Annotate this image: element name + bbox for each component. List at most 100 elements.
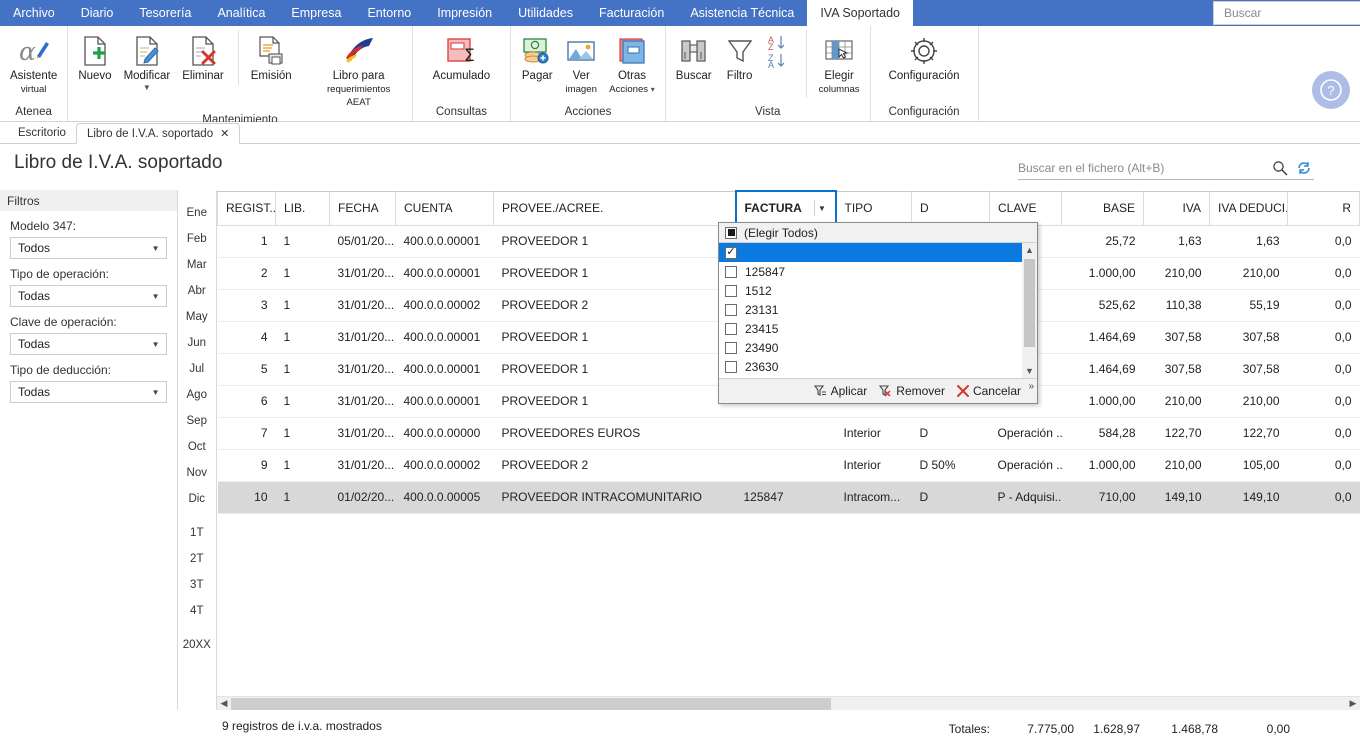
checkbox-indeterminate-icon[interactable] [725,226,737,239]
filter-select-all-row[interactable]: (Elegir Todos) [719,223,1037,242]
scrollbar-track[interactable] [231,696,1346,711]
refresh-icon[interactable] [1296,160,1312,176]
file-search-input[interactable]: Buscar en el fichero (Alt+B) [1018,156,1314,180]
ribbon-button-otras-acciones[interactable]: Otras Acciones ▾ [603,30,661,98]
filter-option[interactable]: 23630 [719,357,1037,376]
table-row[interactable]: 7 1 31/01/20... 400.0.0.00000 PROVEEDORES EU… [217,417,1360,450]
ribbon-button-nuevo[interactable]: Nuevo [72,30,117,85]
period-item-ene[interactable]: Ene [178,200,216,226]
period-item-sep[interactable]: Sep [178,408,216,434]
dropdown-scrollbar[interactable]: ▲ ▼ [1022,243,1037,378]
period-item-1t[interactable]: 1T [178,520,216,546]
column-header-factura[interactable]: FACTURA ▼ [734,190,837,226]
column-header-lib[interactable]: LIB. [275,190,330,226]
ribbon-button-emision[interactable]: Emisión [237,30,298,85]
document-tab-libro-iva-soportado[interactable]: Libro de I.V.A. soportado ✕ [75,123,241,144]
column-header-iva_deducible[interactable]: IVA DEDUCI... [1209,190,1288,226]
filter-option[interactable]: 23415 [719,319,1037,338]
column-header-base[interactable]: BASE [1061,190,1144,226]
column-header-tipo[interactable]: TIPO [835,190,912,226]
global-search-input[interactable]: Buscar [1213,1,1360,25]
menu-item-utilidades[interactable]: Utilidades [505,0,586,26]
ribbon-button-acumulado[interactable]: Σ Acumulado [417,30,507,85]
checkbox-unchecked-icon[interactable] [725,360,737,373]
filter-select-clave-operacion[interactable]: Todas ▼ [10,333,167,355]
period-item-mar[interactable]: Mar [178,252,216,278]
ribbon-button-buscar[interactable]: Buscar [670,30,718,85]
overflow-icon[interactable]: » [1028,381,1034,392]
filter-option[interactable] [719,243,1037,262]
filter-option[interactable]: 23131 [719,300,1037,319]
checkbox-unchecked-icon[interactable] [725,284,737,297]
filter-select-tipo-deduccion[interactable]: Todas ▼ [10,381,167,403]
scrollbar-thumb[interactable] [1024,259,1035,347]
column-header-fecha[interactable]: FECHA [329,190,396,226]
period-item-nov[interactable]: Nov [178,460,216,486]
filter-option[interactable]: 1512 [719,281,1037,300]
menu-item-iva-soportado[interactable]: IVA Soportado [807,0,913,26]
scroll-right-icon[interactable]: ▶ [1346,696,1360,711]
menu-item-tesoreria[interactable]: Tesorería [126,0,204,26]
horizontal-scrollbar[interactable]: ◀ ▶ [217,696,1360,711]
period-item-dic[interactable]: Dic [178,486,216,512]
scrollbar-thumb[interactable] [231,697,831,710]
ribbon-button-pagar[interactable]: Pagar [515,30,559,85]
menu-item-entorno[interactable]: Entorno [354,0,424,26]
checkbox-unchecked-icon[interactable] [725,341,737,354]
scroll-left-icon[interactable]: ◀ [217,696,231,711]
ribbon-button-ver-imagen[interactable]: Ver imagen [559,30,603,98]
period-item-may[interactable]: May [178,304,216,330]
period-item-oct[interactable]: Oct [178,434,216,460]
column-filter-button[interactable]: ▼ [813,200,830,216]
column-header-cuenta[interactable]: CUENTA [395,190,494,226]
menu-item-diario[interactable]: Diario [68,0,127,26]
menu-item-facturacion[interactable]: Facturación [586,0,677,26]
filter-remove-button[interactable]: Remover [879,384,945,398]
chevron-down-icon[interactable]: ▼ [152,244,160,253]
chevron-down-icon[interactable]: ▼ [152,340,160,349]
scroll-down-icon[interactable]: ▼ [1025,364,1034,378]
ribbon-button-filtro[interactable]: Filtro [718,30,762,85]
close-icon[interactable]: ✕ [220,127,229,140]
menu-item-analitica[interactable]: Analítica [204,0,278,26]
filter-option[interactable]: 125847 [719,262,1037,281]
period-item-jul[interactable]: Jul [178,356,216,382]
chevron-down-icon[interactable]: ▼ [143,84,151,92]
scroll-up-icon[interactable]: ▲ [1025,243,1034,257]
filter-options-list[interactable]: 125847 1512 23131 23415 23490 23630 ▲ ▼ [719,242,1037,379]
ribbon-button-configuracion[interactable]: Configuración [875,30,974,85]
menu-item-empresa[interactable]: Empresa [278,0,354,26]
period-item-jun[interactable]: Jun [178,330,216,356]
checkbox-unchecked-icon[interactable] [725,265,737,278]
column-header-clave[interactable]: CLAVE [989,190,1062,226]
ribbon-button-modificar[interactable]: Modificar ▼ [118,30,177,94]
column-filter-dropdown[interactable]: (Elegir Todos) 125847 1512 23131 23415 23490… [718,222,1038,404]
period-item-3t[interactable]: 3T [178,572,216,598]
ribbon-button-asistente-virtual[interactable]: α Asistente virtual [4,30,63,98]
column-header-d[interactable]: D [911,190,990,226]
period-item-4t[interactable]: 4T [178,598,216,624]
checkbox-unchecked-icon[interactable] [725,322,737,335]
filter-option[interactable]: 23490 [719,338,1037,357]
menu-item-archivo[interactable]: Archivo [0,0,68,26]
chevron-down-icon[interactable]: ▼ [152,388,160,397]
help-button[interactable]: ? [1312,71,1350,109]
table-row[interactable]: 9 1 31/01/20... 400.0.0.00002 PROVEEDOR 2 Int… [217,449,1360,482]
ribbon-button-libro-aeat[interactable]: Libro para requerimientos AEAT [310,30,408,111]
column-header-r[interactable]: R [1287,190,1360,226]
menu-item-impresion[interactable]: Impresión [424,0,505,26]
period-item-ago[interactable]: Ago [178,382,216,408]
ribbon-button-ordenar[interactable]: A Z Z A [762,30,800,72]
column-header-iva[interactable]: IVA [1143,190,1210,226]
filter-apply-button[interactable]: Aplicar [813,384,867,398]
filter-select-tipo-operacion[interactable]: Todas ▼ [10,285,167,307]
ribbon-button-elegir-columnas[interactable]: Elegir columnas [805,30,866,98]
table-row[interactable]: 10 1 01/02/20... 400.0.0.00005 PROVEEDOR INT… [217,481,1360,514]
filter-select-modelo-347[interactable]: Todos ▼ [10,237,167,259]
period-item-2t[interactable]: 2T [178,546,216,572]
ribbon-button-eliminar[interactable]: Eliminar [176,30,230,85]
checkbox-checked-icon[interactable] [725,246,737,259]
column-header-proveedor[interactable]: PROVEE./ACREE. [493,190,736,226]
filter-cancel-button[interactable]: Cancelar [956,384,1021,398]
period-item-feb[interactable]: Feb [178,226,216,252]
